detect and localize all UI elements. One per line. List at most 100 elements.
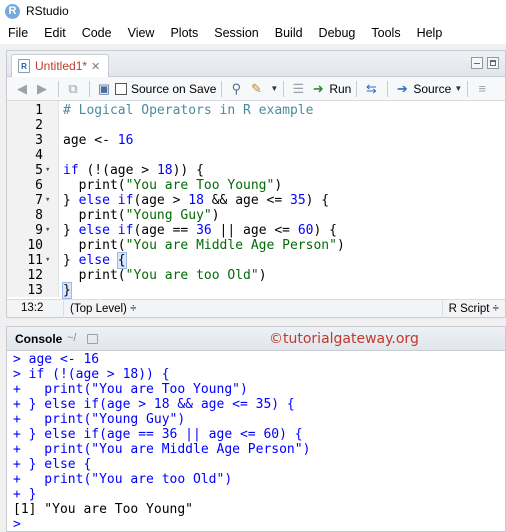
watermark: ©tutorialgateway.org: [269, 331, 419, 347]
show-in-window-icon[interactable]: ⧉: [64, 80, 82, 98]
code-token: }: [62, 282, 72, 299]
console-input-line: + print("You are Too Young"): [13, 382, 248, 397]
code-token: 16: [117, 133, 134, 148]
code-token: print(: [63, 238, 126, 253]
code-line: 11 ▾} else {: [7, 252, 505, 269]
maximize-pane-button[interactable]: [487, 57, 499, 69]
console-input-line: + print("Young Guy"): [13, 412, 186, 427]
toolbar-divider: [89, 80, 90, 97]
code-line: 6 print("You are Too Young"): [7, 178, 505, 193]
console-input-line: >: [13, 517, 21, 532]
rstudio-window: R RStudio File Edit Code View Plots Session Bu…: [0, 0, 506, 532]
menu-item-file[interactable]: File: [0, 22, 36, 44]
run-arrow-icon[interactable]: ➜: [309, 80, 327, 98]
menu-item-plots[interactable]: Plots: [162, 22, 206, 44]
line-number: 8: [35, 208, 43, 223]
run-button[interactable]: Run: [329, 82, 351, 96]
source-editor-pane: R Untitled1* ✕ ◀ ▶ ⧉ ▣ Source on Save ⚲ …: [6, 50, 506, 318]
menu-item-code[interactable]: Code: [74, 22, 120, 44]
code-token: else if: [78, 193, 134, 208]
line-number: 4: [35, 148, 43, 163]
code-editor[interactable]: 1 # Logical Operators in R example 2 3 age <…: [7, 101, 505, 299]
console-input-line: + } else if(age == 36 || age <= 60) {: [13, 427, 303, 442]
menu-item-session[interactable]: Session: [206, 22, 266, 44]
code-line: 9 ▾} else if(age == 36 || age <= 60) {: [7, 223, 505, 238]
menu-item-build[interactable]: Build: [267, 22, 311, 44]
code-token: if: [63, 163, 79, 178]
code-token: (!(age >: [78, 163, 157, 178]
line-number: 2: [35, 118, 43, 133]
code-text: } else if(age == 36 || age <= 60) {: [63, 223, 337, 238]
menu-item-help[interactable]: Help: [409, 22, 451, 44]
code-token: print(: [63, 178, 126, 193]
r-file-icon: R: [18, 59, 30, 73]
console-input-line: + } else {: [13, 457, 92, 472]
minimize-pane-button[interactable]: [471, 57, 483, 69]
code-text: # Logical Operators in R example: [63, 103, 313, 118]
menu-item-view[interactable]: View: [120, 22, 163, 44]
console-input-line: + }: [13, 487, 37, 502]
rerun-icon[interactable]: ⇆: [362, 80, 380, 98]
code-token: && age <=: [203, 193, 290, 208]
fold-toggle-icon[interactable]: ▾: [45, 163, 50, 178]
code-line: 13}: [7, 282, 505, 299]
menu-item-tools[interactable]: Tools: [363, 22, 408, 44]
save-icon[interactable]: ▣: [95, 80, 113, 98]
code-text: print("Young Guy"): [63, 208, 220, 223]
code-token: "You are Middle Age Person": [125, 238, 337, 253]
fold-toggle-icon[interactable]: ▾: [45, 253, 50, 268]
menu-lines-icon[interactable]: ≡: [473, 80, 491, 98]
line-number: 5: [35, 163, 43, 178]
line-number: 7: [35, 193, 43, 208]
tab-untitled1[interactable]: R Untitled1* ✕: [11, 54, 109, 77]
code-token: "You are Too Young": [125, 178, 275, 193]
search-icon[interactable]: ⚲: [227, 80, 245, 98]
file-type-selector[interactable]: R Script ÷: [441, 300, 499, 318]
source-arrow-icon[interactable]: ➔: [393, 80, 411, 98]
source-on-save-checkbox[interactable]: [115, 82, 127, 95]
code-token: )) {: [172, 163, 204, 178]
console-input-line: > age <- 16: [13, 352, 100, 367]
back-arrow-icon[interactable]: ◀: [13, 80, 31, 98]
code-text: if (!(age > 18)) {: [63, 163, 204, 178]
code-token: (age ==: [133, 223, 197, 238]
scope-selector[interactable]: (Top Level) ÷: [63, 300, 136, 318]
line-number: 1: [35, 103, 43, 118]
source-button[interactable]: Source: [413, 82, 451, 96]
code-token: 18: [188, 193, 204, 208]
console-pane: Console ~/ ©tutorialgateway.org > age <-…: [6, 326, 506, 532]
tab-label: Untitled1*: [35, 59, 88, 73]
document-outline-icon[interactable]: ☰: [289, 80, 307, 98]
fold-toggle-icon[interactable]: ▾: [45, 223, 50, 238]
code-text: print("You are Middle Age Person"): [63, 238, 345, 253]
code-token: 18: [156, 163, 173, 178]
menu-bar: File Edit Code View Plots Session Build Debug To…: [0, 22, 506, 44]
code-token: 60: [297, 223, 314, 238]
code-text: print("You are too Old"): [63, 268, 267, 283]
tab-console[interactable]: Console: [15, 332, 62, 346]
console-output[interactable]: > age <- 16 > if (!(age > 18)) {+ print("…: [7, 351, 505, 532]
folder-icon[interactable]: [87, 334, 98, 344]
chevron-down-icon[interactable]: ▼: [454, 84, 462, 93]
close-icon[interactable]: ✕: [91, 60, 100, 73]
fold-toggle-icon[interactable]: ▾: [45, 193, 50, 208]
code-token: (age >: [133, 193, 189, 208]
line-number: 11: [27, 253, 43, 268]
menu-item-edit[interactable]: Edit: [36, 22, 74, 44]
console-input-line: + print("You are Middle Age Person"): [13, 442, 311, 457]
menu-item-debug[interactable]: Debug: [311, 22, 364, 44]
code-token: else: [78, 253, 110, 268]
magic-wand-icon[interactable]: ✎: [247, 80, 265, 98]
console-output-line: [1] "You are Too Young": [13, 502, 194, 517]
code-text: age <- 16: [63, 133, 133, 148]
code-token: ) {: [313, 223, 337, 238]
code-line: 10 print("You are Middle Age Person"): [7, 238, 505, 253]
console-input-line: > if (!(age > 18)) {: [13, 367, 170, 382]
toolbar-divider: [387, 80, 389, 97]
chevron-down-icon[interactable]: ▼: [270, 84, 278, 93]
forward-arrow-icon[interactable]: ▶: [33, 80, 51, 98]
console-input-line: + } else if(age > 18 && age <= 35) {: [13, 397, 295, 412]
code-token: 35: [290, 193, 306, 208]
line-number: 6: [35, 178, 43, 193]
